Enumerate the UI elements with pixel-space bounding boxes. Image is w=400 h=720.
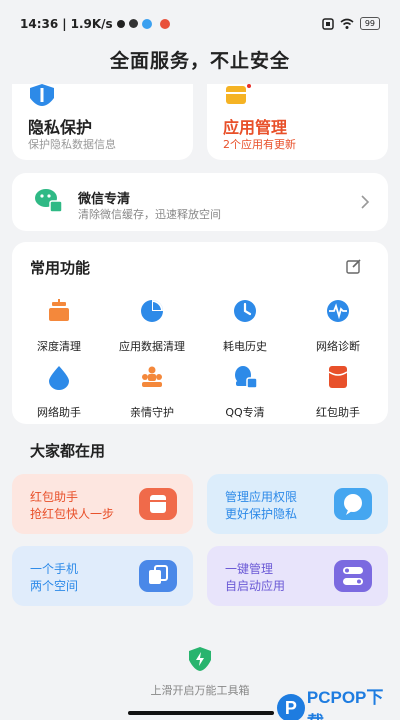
qq-clean-icon: [235, 366, 258, 389]
sim-icon: [322, 17, 334, 30]
watermark-logo-icon: P: [277, 694, 305, 720]
alarm-icon: [128, 19, 138, 28]
chat-bubble-icon: [334, 488, 372, 520]
clock-icon: [234, 300, 256, 322]
network-pulse-icon: [327, 300, 349, 322]
wechat-subtitle: 清除微信缓存，迅速释放空间: [78, 208, 221, 221]
red-packet-icon: [139, 488, 177, 520]
red-packet-icon: [328, 366, 348, 388]
popular-title: 大家都在用: [30, 442, 106, 460]
status-speed: 1.9K/s: [70, 16, 113, 31]
grid-label-red-packet: 红包助手: [316, 406, 360, 419]
grid-label-power-history: 耗电历史: [223, 340, 267, 353]
privacy-subtitle: 保护隐私数据信息: [28, 138, 116, 151]
promo-app-permissions-line1: 管理应用权限: [225, 490, 298, 504]
app-manage-card[interactable]: 应用管理 2个应用有更新: [207, 84, 388, 160]
promo-red-packet-line1: 红包助手: [30, 490, 79, 504]
status-time: 14:36: [20, 16, 59, 31]
watermark-text: PCPOP下载: [306, 688, 384, 720]
app-data-pie-icon: [141, 300, 163, 322]
app-manage-title: 应用管理: [223, 118, 288, 137]
notification-icon: [116, 19, 125, 28]
grid-label-network-assistant: 网络助手: [37, 406, 81, 419]
grid-item-red-packet[interactable]: 红包助手: [295, 364, 381, 420]
app-manage-subtitle: 2个应用有更新: [223, 138, 296, 151]
toggle-icon: [334, 560, 372, 592]
grid-item-power-history[interactable]: 耗电历史: [202, 298, 288, 354]
grid-label-deep-clean: 深度清理: [37, 340, 81, 353]
app-notify-icon-2: [159, 18, 170, 29]
grid-label-family-guard: 亲情守护: [130, 406, 174, 419]
watermark: P PCPOP下载: [277, 683, 400, 720]
common-functions-card: 常用功能 深度清理 应用数据清理 耗电历史 网络诊断 网络助手 亲情守护 QQ专…: [12, 242, 388, 424]
grid-item-network-assistant[interactable]: 网络助手: [16, 364, 102, 420]
promo-app-permissions-line2: 更好保护隐私: [225, 507, 298, 521]
promo-app-permissions[interactable]: 管理应用权限 更好保护隐私: [207, 474, 388, 534]
grid-item-app-data[interactable]: 应用数据清理: [109, 298, 195, 354]
water-drop-icon: [49, 366, 69, 390]
wechat-title: 微信专清: [78, 192, 131, 207]
family-icon: [142, 366, 162, 387]
privacy-title: 隐私保护: [28, 118, 93, 137]
wechat-clean-card[interactable]: 微信专清 清除微信缓存，迅速释放空间: [12, 173, 388, 231]
promo-red-packet[interactable]: 红包助手 抢红包快人一步: [12, 474, 193, 534]
promo-autostart-line2: 自启动应用: [225, 579, 286, 593]
app-notify-icon: [141, 18, 152, 29]
promo-dual-space-line1: 一个手机: [30, 562, 79, 576]
promo-autostart-line1: 一键管理: [225, 562, 274, 576]
page-title: 全面服务，不止安全: [109, 50, 290, 72]
deep-clean-icon: [49, 299, 69, 321]
battery-icon: 99: [359, 17, 380, 30]
promo-red-packet-line2: 抢红包快人一步: [30, 507, 115, 521]
grid-label-network-diagnose: 网络诊断: [316, 340, 360, 353]
grid-item-qq-clean[interactable]: QQ专清: [202, 364, 288, 420]
chevron-right-icon: [361, 195, 370, 209]
grid-item-network-diagnose[interactable]: 网络诊断: [295, 298, 381, 354]
grid-label-app-data: 应用数据清理: [119, 340, 185, 353]
promo-autostart[interactable]: 一键管理 自启动应用: [207, 546, 388, 606]
common-functions-title: 常用功能: [30, 259, 91, 277]
privacy-shield-icon: [30, 84, 54, 106]
shield-bolt-icon: [189, 647, 211, 671]
grid-item-family-guard[interactable]: 亲情守护: [109, 364, 195, 420]
app-manage-icon: [226, 84, 251, 104]
status-bar: 14:36 | 1.9K/s 99: [0, 0, 400, 36]
wechat-icon: [35, 189, 63, 213]
grid-label-qq-clean: QQ专清: [225, 406, 265, 419]
promo-dual-space-line2: 两个空间: [30, 579, 79, 593]
promo-dual-space[interactable]: 一个手机 两个空间: [12, 546, 193, 606]
dual-space-icon: [139, 560, 177, 592]
wifi-icon: [340, 18, 354, 29]
grid-item-deep-clean[interactable]: 深度清理: [16, 298, 102, 354]
privacy-card[interactable]: 隐私保护 保护隐私数据信息: [12, 84, 193, 160]
home-indicator[interactable]: [128, 711, 274, 715]
edit-icon[interactable]: [346, 258, 362, 274]
